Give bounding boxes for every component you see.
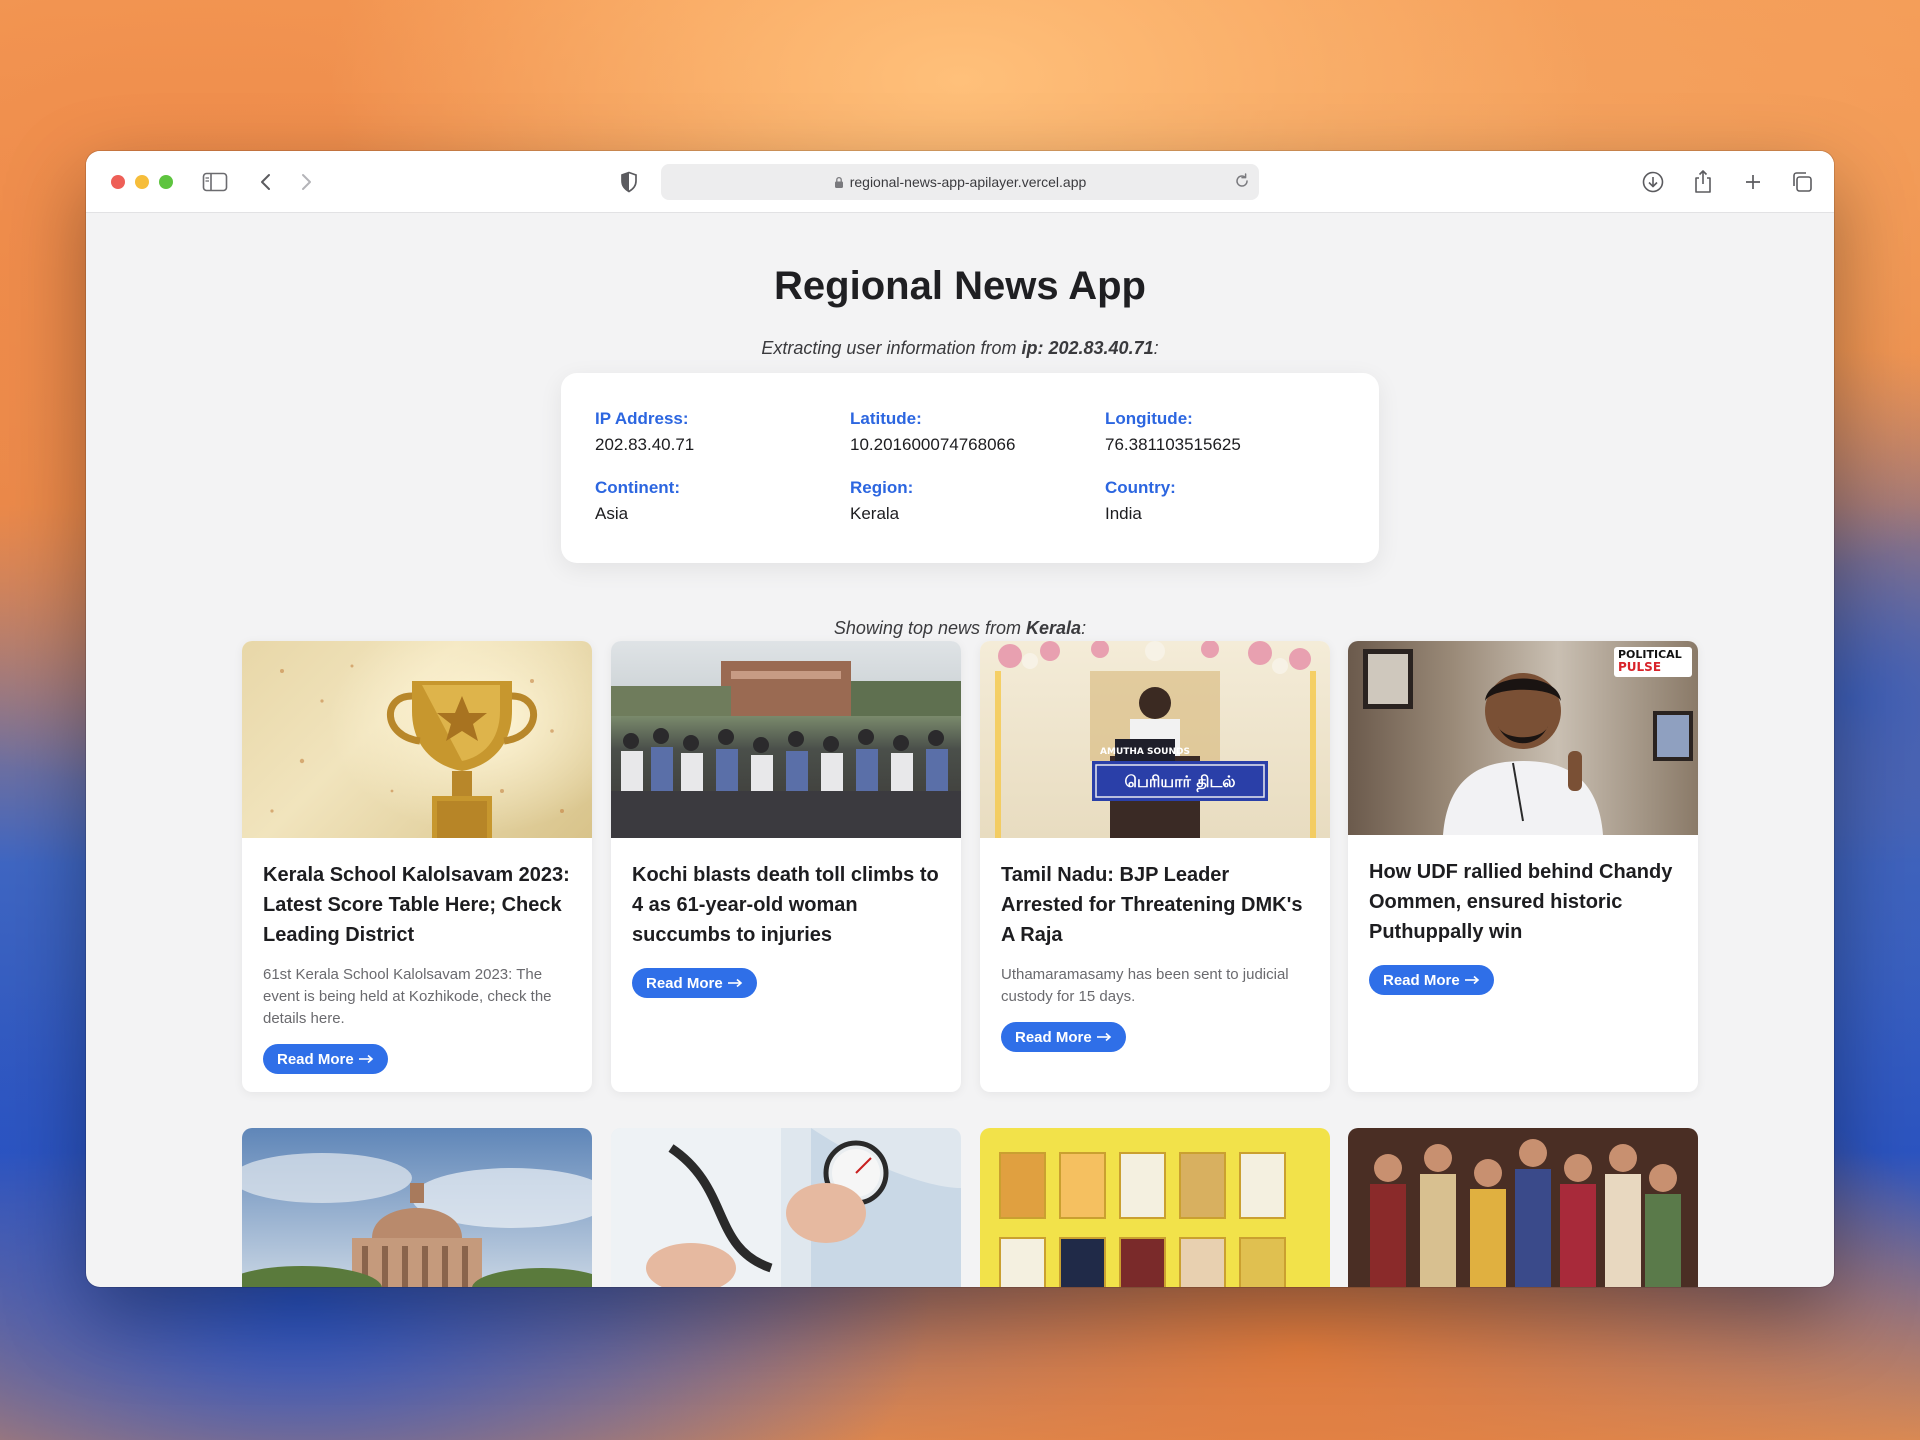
read-more-label: Read More xyxy=(277,1050,354,1068)
minimize-window-button[interactable] xyxy=(135,175,149,189)
info-longitude-label: Longitude: xyxy=(1105,409,1193,428)
card-description: 61st Kerala School Kalolsavam 2023: The … xyxy=(263,966,552,1027)
read-more-label: Read More xyxy=(1015,1028,1092,1046)
speaker-podium-image[interactable]: AMUTHA SOUNDS பெரியார் திடல் xyxy=(980,641,1330,838)
news-card[interactable]: Kochi blasts death toll climbs to 4 as 6… xyxy=(611,641,961,1092)
blood-pressure-image[interactable] xyxy=(611,1128,961,1287)
zoom-window-button[interactable] xyxy=(159,175,173,189)
browser-window: regional-news-app-apilayer.vercel.app Re… xyxy=(86,151,1834,1287)
info-region-value: Kerala xyxy=(850,504,900,523)
card-description: Uthamaramasamy has been sent to judicial… xyxy=(1001,966,1289,1005)
share-icon[interactable] xyxy=(1688,167,1718,197)
address-bar[interactable]: regional-news-app-apilayer.vercel.app xyxy=(661,164,1259,200)
privacy-shield-icon[interactable] xyxy=(614,167,644,197)
card-body: Kerala School Kalolsavam 2023: Latest Sc… xyxy=(242,838,592,1092)
info-country-label: Country: xyxy=(1105,478,1176,497)
sidebar-toggle-icon[interactable] xyxy=(200,167,230,197)
ip-intro-colon: : xyxy=(1153,338,1159,358)
info-continent-value: Asia xyxy=(595,504,629,523)
supreme-court-image[interactable] xyxy=(242,1128,592,1287)
info-country: Country: India xyxy=(1105,478,1345,524)
card-title[interactable]: Kerala School Kalolsavam 2023: Latest Sc… xyxy=(263,860,571,950)
user-info-card: IP Address: 202.83.40.71 Latitude: 10.20… xyxy=(561,373,1379,563)
info-continent: Continent: Asia xyxy=(595,478,835,524)
podium-sign-text: AMUTHA SOUNDS xyxy=(1100,747,1190,757)
info-latitude-value: 10.201600074768066 xyxy=(850,435,1016,454)
lock-icon xyxy=(834,176,844,189)
read-more-label: Read More xyxy=(1383,971,1460,989)
info-region: Region: Kerala xyxy=(850,478,1090,524)
reload-icon[interactable] xyxy=(1233,172,1251,190)
arrow-right-icon xyxy=(1464,972,1480,989)
info-ip-value: 202.83.40.71 xyxy=(595,435,695,454)
card-body: Tamil Nadu: BJP Leader Arrested for Thre… xyxy=(980,838,1330,1072)
card-body: Kochi blasts death toll climbs to 4 as 6… xyxy=(611,838,961,1018)
news-region-name: Kerala xyxy=(1026,618,1082,638)
news-intro-colon: : xyxy=(1081,618,1087,638)
info-latitude-label: Latitude: xyxy=(850,409,922,428)
info-country-value: India xyxy=(1105,504,1142,523)
political-pulse-badge: POLITICAL PULSE xyxy=(1614,647,1692,677)
back-arrow-icon[interactable] xyxy=(251,167,281,197)
page-content: Regional News App Extracting user inform… xyxy=(86,214,1834,1287)
read-more-button[interactable]: Read More xyxy=(1369,965,1494,995)
badge-line2: PULSE xyxy=(1618,660,1662,674)
card-title[interactable]: Kochi blasts death toll climbs to 4 as 6… xyxy=(632,860,940,950)
read-more-button[interactable]: Read More xyxy=(632,968,757,998)
arrow-right-icon xyxy=(1096,1029,1112,1046)
ip-intro-address: ip: 202.83.40.71 xyxy=(1021,338,1154,358)
news-card[interactable]: AMUTHA SOUNDS பெரியார் திடல் Tamil Nadu:… xyxy=(980,641,1330,1092)
news-card[interactable]: POLITICAL PULSE How UDF rallied behind C… xyxy=(1348,641,1698,1092)
info-region-label: Region: xyxy=(850,478,914,497)
news-intro-text: Showing top news from xyxy=(833,618,1021,638)
ip-intro-text: Extracting user information from xyxy=(761,338,1017,358)
tab-overview-icon[interactable] xyxy=(1787,167,1817,197)
politician-portrait-image[interactable]: POLITICAL PULSE xyxy=(1348,641,1698,835)
arrow-right-icon xyxy=(358,1051,374,1068)
painting-women-image[interactable] xyxy=(1348,1128,1698,1287)
read-more-button[interactable]: Read More xyxy=(1001,1022,1126,1052)
info-longitude-value: 76.381103515625 xyxy=(1105,435,1241,454)
forward-arrow-icon[interactable] xyxy=(291,167,321,197)
card-title[interactable]: Tamil Nadu: BJP Leader Arrested for Thre… xyxy=(1001,860,1309,950)
card-body: How UDF rallied behind Chandy Oommen, en… xyxy=(1348,835,1698,1015)
page-title: Regional News App xyxy=(774,264,1146,308)
info-ip-label: IP Address: xyxy=(595,409,689,428)
crowd-image[interactable] xyxy=(611,641,961,838)
ip-intro-line: Extracting user information from ip: 202… xyxy=(86,338,1834,359)
browser-toolbar: regional-news-app-apilayer.vercel.app xyxy=(86,151,1834,213)
new-tab-plus-icon[interactable] xyxy=(1738,167,1768,197)
downloads-icon[interactable] xyxy=(1638,167,1668,197)
news-region-line: Showing top news from Kerala: xyxy=(86,618,1834,639)
books-image[interactable] xyxy=(980,1128,1330,1287)
news-card[interactable]: Kerala School Kalolsavam 2023: Latest Sc… xyxy=(242,641,592,1092)
banner-text: பெரியார் திடல் xyxy=(1124,772,1235,792)
arrow-right-icon xyxy=(727,975,743,992)
url-text: regional-news-app-apilayer.vercel.app xyxy=(849,174,1087,190)
info-continent-label: Continent: xyxy=(595,478,680,497)
card-title[interactable]: How UDF rallied behind Chandy Oommen, en… xyxy=(1369,857,1677,947)
read-more-label: Read More xyxy=(646,974,723,992)
info-longitude: Longitude: 76.381103515625 xyxy=(1105,409,1345,455)
info-ip: IP Address: 202.83.40.71 xyxy=(595,409,835,455)
trophy-image[interactable] xyxy=(242,641,592,838)
info-latitude: Latitude: 10.201600074768066 xyxy=(850,409,1090,455)
read-more-button[interactable]: Read More xyxy=(263,1044,388,1074)
close-window-button[interactable] xyxy=(111,175,125,189)
